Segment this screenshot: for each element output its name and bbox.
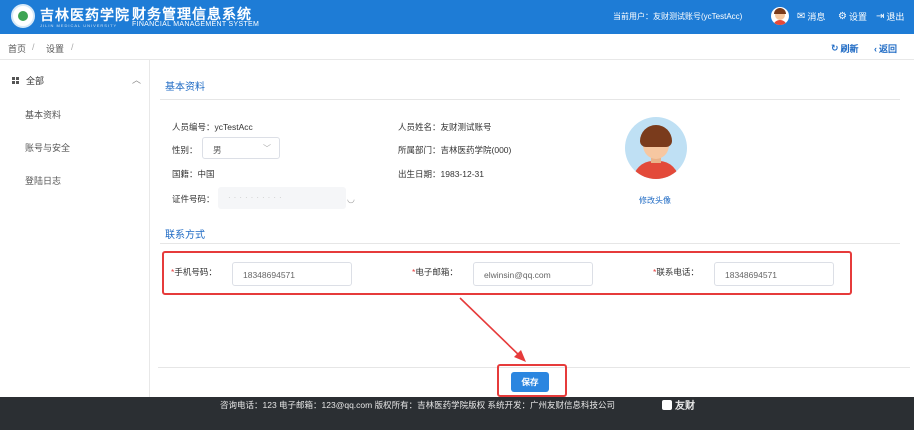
- breadcrumb-settings[interactable]: 设置: [46, 42, 64, 55]
- brand-logo-icon: [662, 399, 672, 410]
- chevron-up-icon[interactable]: ︿: [132, 73, 141, 86]
- department-value: 吉林医药学院(000): [440, 145, 512, 155]
- footer-brand-label: 友财: [675, 401, 695, 412]
- id-number-field: ··········: [218, 187, 346, 209]
- school-name-en: JILIN MEDICAL UNIVERSITY: [40, 23, 118, 28]
- grid-icon: [12, 76, 20, 85]
- email-input[interactable]: elwinsin@qq.com: [473, 262, 593, 286]
- profile-avatar: [625, 117, 687, 179]
- id-number-label: 证件号码：: [172, 194, 215, 204]
- messages-label: 消息: [807, 12, 826, 22]
- staff-id-label: 人员编号：: [172, 122, 215, 132]
- mobile-input[interactable]: 18348694571: [232, 262, 352, 286]
- current-user: 当前用户：友财测试账号(ycTestAcc): [613, 12, 743, 21]
- back-button[interactable]: ‹ 返回: [874, 42, 897, 55]
- footer: 咨询电话：123 电子邮箱：123@qq.com 版权所有：吉林医药学院版权 系…: [0, 397, 914, 430]
- logout-label: 退出: [886, 12, 905, 22]
- nationality-label: 国籍：: [172, 169, 198, 179]
- chevron-down-icon: ﹀: [263, 144, 271, 153]
- sidebar-root[interactable]: 全部: [12, 74, 44, 87]
- logout-link[interactable]: ⇥ 退出: [876, 10, 904, 23]
- settings-label: 设置: [848, 12, 867, 22]
- staff-id: 人员编号：ycTestAcc: [172, 121, 253, 133]
- email-label: *电子邮箱：: [412, 267, 458, 277]
- annotation-arrow: [459, 297, 526, 362]
- phone-label: *联系电话：: [653, 267, 699, 277]
- footer-text: 咨询电话：123 电子邮箱：123@qq.com 版权所有：吉林医药学院版权 系…: [220, 400, 615, 410]
- refresh-icon: ↻: [831, 43, 839, 53]
- breadcrumb-separator: /: [32, 42, 35, 52]
- section-title-contact: 联系方式: [165, 230, 205, 241]
- school-name: 吉林医药学院: [40, 8, 130, 24]
- back-label: 返回: [879, 44, 898, 54]
- school-emblem-icon: [11, 4, 35, 28]
- divider: [160, 243, 900, 244]
- sidebar-item-login-log[interactable]: 登陆日志: [25, 174, 61, 187]
- footer-brand: 友财: [662, 397, 695, 412]
- gender-label: 性别：: [172, 145, 198, 155]
- gender-select[interactable]: 男 ﹀: [202, 137, 280, 159]
- birth-date-label: 出生日期：: [398, 169, 441, 179]
- breadcrumb: 首页 / 设置 / ↻ 刷新 ‹ 返回: [0, 34, 914, 60]
- department-label: 所属部门：: [398, 145, 441, 155]
- mobile-label: *手机号码：: [171, 267, 217, 277]
- system-subtitle: FINANCIAL MANAGEMENT SYSTEM: [132, 21, 260, 28]
- sidebar: 全部 ︿ 基本资料 账号与安全 登陆日志: [0, 60, 150, 398]
- gender-value: 男: [213, 145, 222, 155]
- change-avatar-link[interactable]: 修改头像: [639, 195, 671, 206]
- messages-link[interactable]: ✉ 消息: [797, 10, 825, 23]
- mail-icon: ✉: [797, 10, 806, 22]
- sidebar-item-account-security[interactable]: 账号与安全: [25, 141, 70, 154]
- nationality-value: 中国: [197, 169, 215, 179]
- main-panel: 基本资料 人员编号：ycTestAcc 性别： 男 ﹀ 国籍：中国 证件号码： …: [150, 60, 914, 398]
- department: 所属部门：吉林医药学院(000): [398, 144, 511, 156]
- nationality: 国籍：中国: [172, 168, 215, 180]
- save-button[interactable]: 保存: [511, 372, 549, 392]
- user-avatar[interactable]: [771, 7, 789, 25]
- chevron-left-icon: ‹: [874, 43, 877, 54]
- name-value: 友财测试账号: [440, 122, 492, 132]
- breadcrumb-home[interactable]: 首页: [8, 42, 26, 55]
- top-header: 吉林医药学院 JILIN MEDICAL UNIVERSITY 财务管理信息系统…: [0, 0, 914, 34]
- name-label: 人员姓名：: [398, 122, 441, 132]
- gear-icon: ⚙: [838, 10, 847, 22]
- birth-date-value: 1983-12-31: [440, 169, 484, 179]
- phone-input[interactable]: 18348694571: [714, 262, 834, 286]
- eye-icon[interactable]: ◡: [347, 194, 355, 205]
- sidebar-root-label: 全部: [26, 76, 45, 86]
- refresh-button[interactable]: ↻ 刷新: [831, 42, 859, 55]
- logout-icon: ⇥: [876, 10, 885, 22]
- refresh-label: 刷新: [840, 44, 859, 54]
- staff-id-value: ycTestAcc: [214, 122, 253, 132]
- person-name: 人员姓名：友财测试账号: [398, 121, 492, 133]
- birth-date: 出生日期：1983-12-31: [398, 168, 484, 180]
- section-title-basic-info: 基本资料: [165, 82, 205, 93]
- sidebar-item-basic-info[interactable]: 基本资料: [25, 108, 61, 121]
- settings-link[interactable]: ⚙ 设置: [838, 10, 867, 23]
- divider: [160, 99, 900, 100]
- breadcrumb-separator: /: [71, 42, 74, 52]
